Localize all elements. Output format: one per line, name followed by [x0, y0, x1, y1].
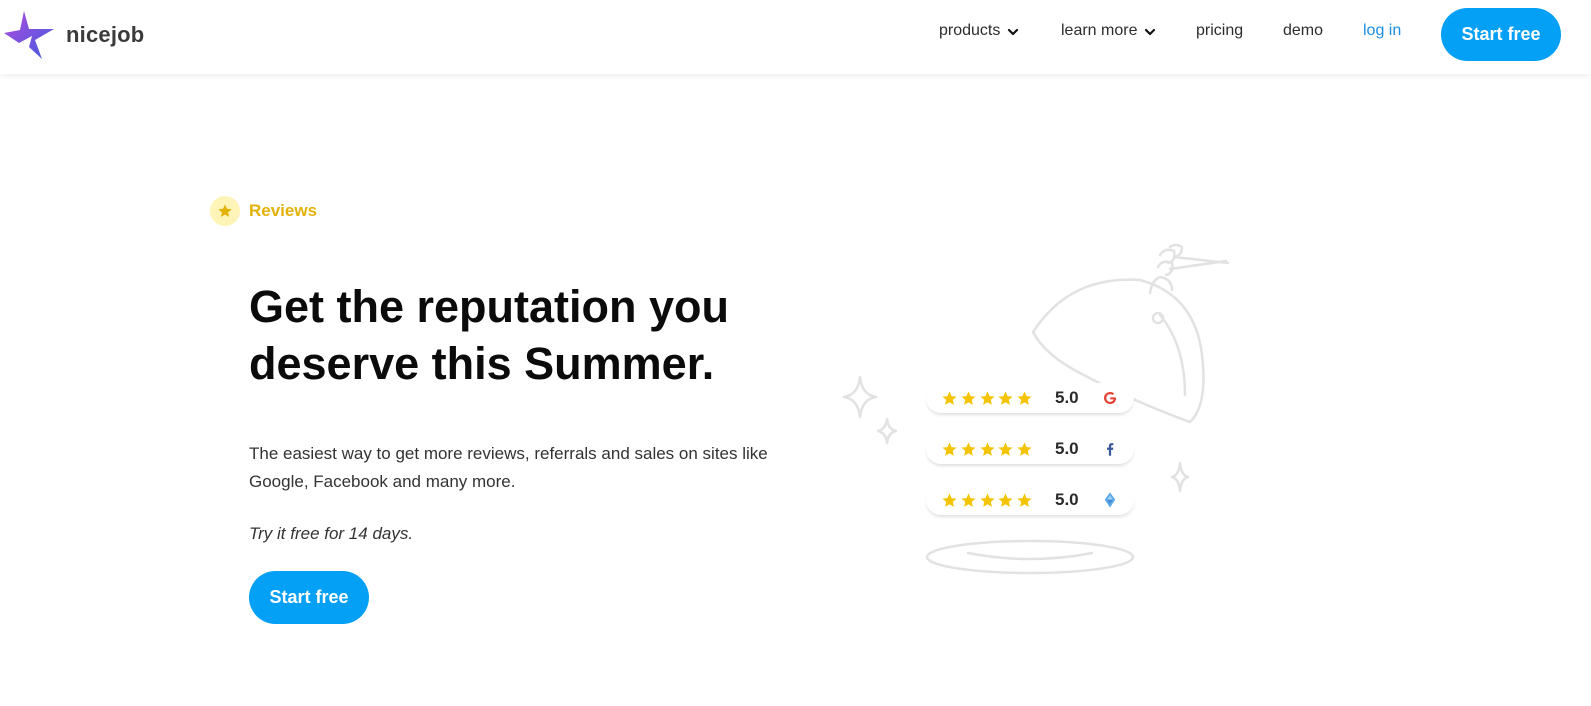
star-badge-icon	[210, 196, 240, 226]
star-icon	[998, 492, 1013, 507]
star-icon	[1017, 441, 1032, 456]
reviews-illustration: 5.0 5.0 5.0	[840, 235, 1240, 580]
nav-pricing[interactable]: pricing	[1196, 22, 1243, 40]
rating-card-google: 5.0	[926, 383, 1134, 413]
star-icon	[961, 492, 976, 507]
star-rating	[941, 492, 1033, 509]
chevron-down-icon	[1008, 28, 1019, 36]
homestars-icon	[1101, 491, 1119, 509]
nav-demo[interactable]: demo	[1283, 22, 1323, 40]
google-icon	[1101, 389, 1119, 407]
nicejob-star-logo-icon	[4, 11, 54, 59]
star-icon	[1017, 390, 1032, 405]
nav-products[interactable]: products	[939, 22, 1019, 40]
star-icon	[961, 441, 976, 456]
badge-label: Reviews	[249, 201, 318, 220]
site-header: nicejob products learn more pricing demo…	[0, 0, 1591, 74]
rating-value: 5.0	[1055, 490, 1079, 509]
rating-value: 5.0	[1055, 388, 1079, 407]
trial-note: Try it free for 14 days.	[249, 524, 414, 543]
nav-products-label: products	[939, 22, 1001, 39]
hero-start-free-button[interactable]: Start free	[249, 571, 369, 624]
star-rating	[941, 390, 1033, 407]
facebook-icon	[1101, 440, 1119, 458]
star-rating	[941, 441, 1033, 458]
star-icon	[998, 390, 1013, 405]
star-icon	[979, 492, 995, 507]
headline-line-2: deserve this Summer.	[249, 338, 715, 389]
star-icon	[942, 492, 957, 507]
rating-card-facebook: 5.0	[926, 434, 1134, 464]
nav-learn-more[interactable]: learn more	[1061, 22, 1156, 40]
chevron-down-icon	[1145, 28, 1156, 36]
hero-subtext: The easiest way to get more reviews, ref…	[249, 444, 768, 491]
rating-card-homestars: 5.0	[926, 485, 1134, 515]
star-icon	[942, 390, 957, 405]
star-icon	[1017, 492, 1032, 507]
reviews-badge: Reviews	[210, 196, 317, 226]
logo-wordmark: nicejob	[66, 22, 145, 47]
star-icon	[979, 390, 995, 405]
header-start-free-button[interactable]: Start free	[1441, 8, 1561, 61]
nav-learn-more-label: learn more	[1061, 22, 1138, 39]
nav-log-in[interactable]: log in	[1363, 22, 1401, 40]
headline-line-1: Get the reputation you	[249, 281, 730, 332]
nicejob-logo[interactable]: nicejob	[2, 9, 144, 61]
hero-headline: Get the reputation you deserve this Summ…	[249, 278, 809, 392]
star-icon	[998, 441, 1013, 456]
star-icon	[942, 441, 957, 456]
star-icon	[961, 390, 976, 405]
star-icon	[979, 441, 995, 456]
rating-value: 5.0	[1055, 439, 1079, 458]
